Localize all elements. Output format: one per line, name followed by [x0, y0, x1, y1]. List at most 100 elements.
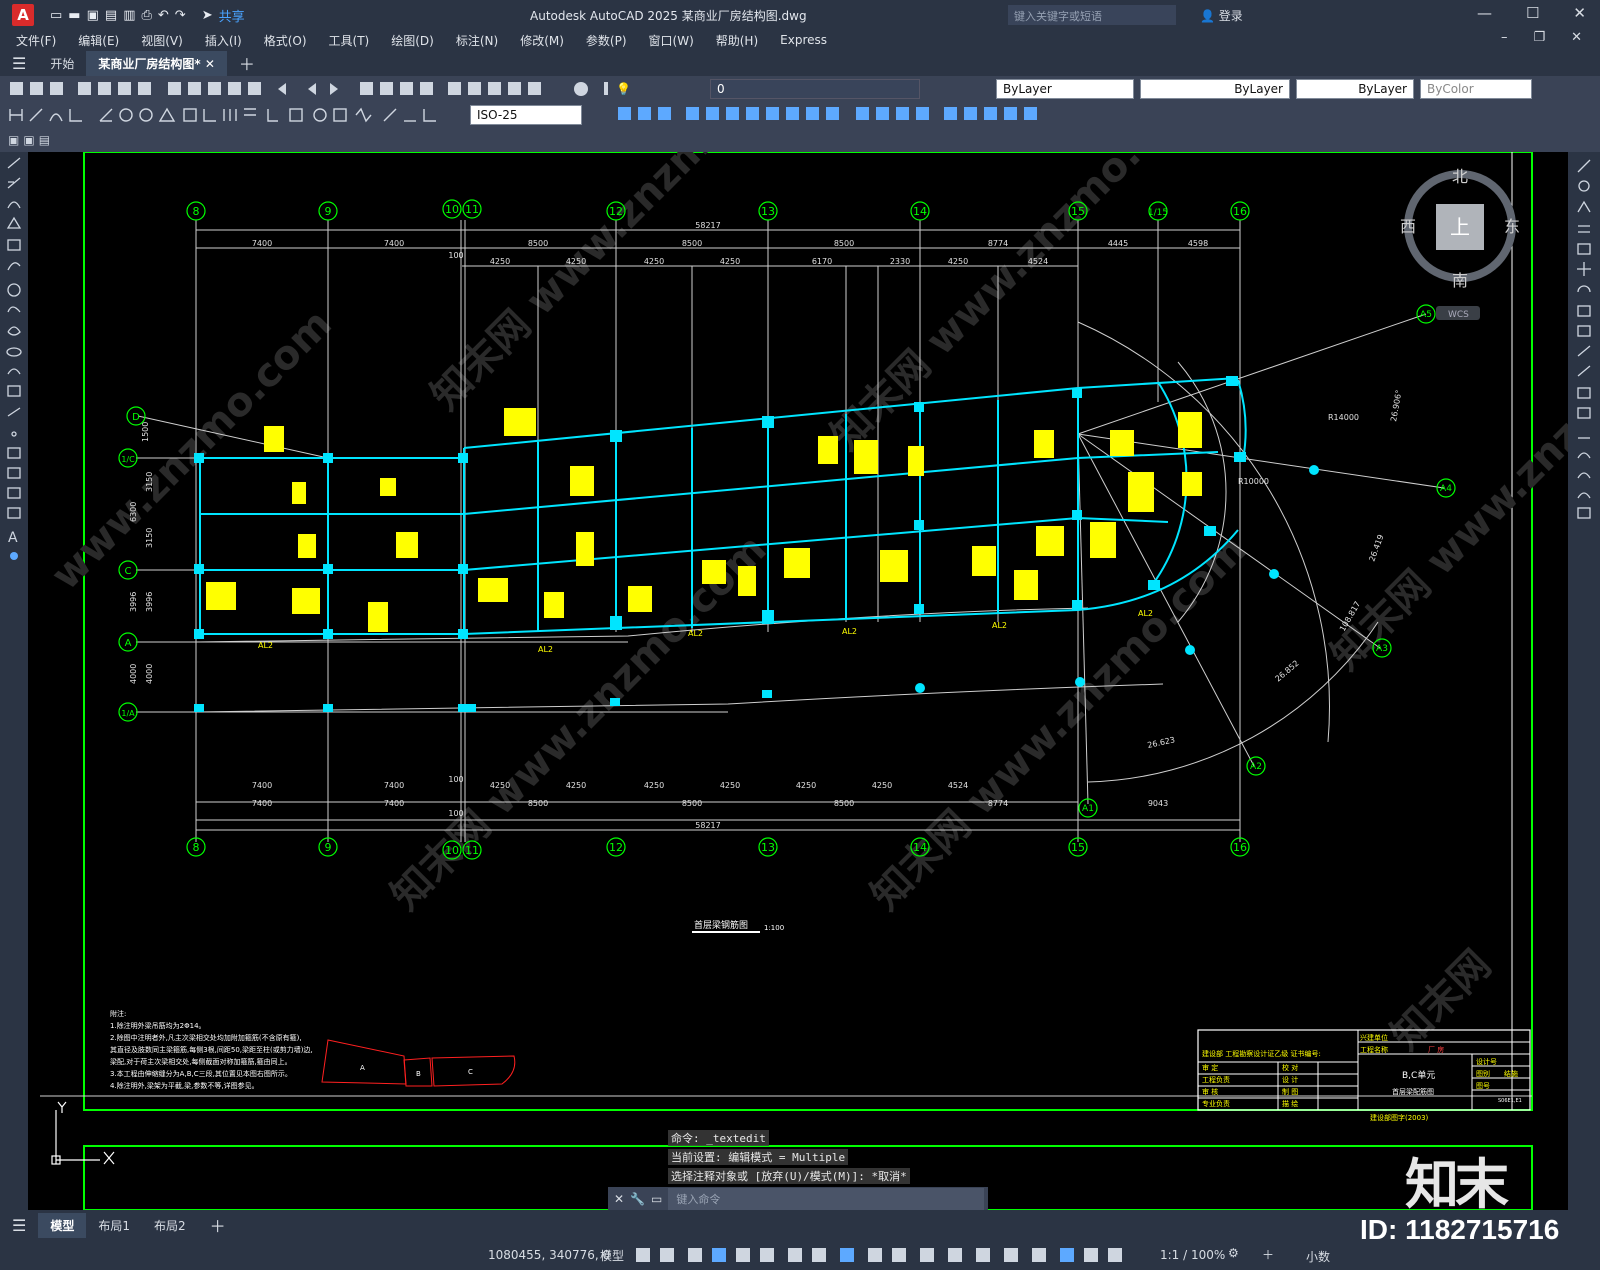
- doc-restore-icon[interactable]: ❐: [1533, 30, 1545, 45]
- svg-text:14: 14: [913, 205, 927, 218]
- color-dropdown[interactable]: ByLayer: [996, 79, 1134, 99]
- modify-tool-icons[interactable]: [1568, 152, 1600, 532]
- svg-text:6170: 6170: [812, 257, 832, 266]
- command-line-1: 命令: _textedit: [668, 1130, 769, 1146]
- plotstyle-dropdown[interactable]: ByColor: [1420, 79, 1532, 99]
- layout-menu-icon[interactable]: ☰: [0, 1212, 38, 1239]
- linetype-dropdown[interactable]: ByLayer: [1140, 79, 1290, 99]
- svg-text:8774: 8774: [988, 239, 1008, 248]
- viewcube-north: 北: [1452, 167, 1468, 186]
- menu-edit[interactable]: 编辑(E): [78, 32, 119, 49]
- minimize-icon[interactable]: —: [1477, 4, 1492, 22]
- standard-tool-icons[interactable]: [8, 79, 608, 99]
- menu-draw[interactable]: 绘图(D): [391, 32, 434, 49]
- web-save-icon[interactable]: ▥: [123, 8, 135, 23]
- search-input[interactable]: 键入关键字或短语: [1008, 5, 1176, 25]
- undo-icon[interactable]: ↶: [158, 8, 169, 23]
- plot-icon[interactable]: ⎙: [141, 8, 151, 23]
- lineweight-dropdown[interactable]: ByLayer: [1296, 79, 1414, 99]
- tab-start[interactable]: 开始: [38, 51, 86, 76]
- menu-file[interactable]: 文件(F): [16, 32, 56, 49]
- doc-close-icon[interactable]: ✕: [1571, 30, 1582, 45]
- svg-text:校 对: 校 对: [1282, 1063, 1298, 1072]
- svg-text:A2: A2: [1250, 762, 1262, 772]
- autocad-logo-icon[interactable]: A: [12, 4, 34, 26]
- drafting-toggles[interactable]: [636, 1246, 1156, 1264]
- svg-text:C: C: [125, 566, 132, 577]
- menu-window[interactable]: 窗口(W): [649, 32, 694, 49]
- svg-text:7400: 7400: [384, 781, 404, 790]
- units-setting[interactable]: 小数: [1306, 1248, 1330, 1265]
- tab-drawing[interactable]: 某商业厂房结构图* ✕: [86, 50, 227, 76]
- workspace-gear-icon[interactable]: ⚙: [1228, 1246, 1239, 1260]
- menu-format[interactable]: 格式(O): [264, 32, 307, 49]
- tab-close-icon[interactable]: ✕: [205, 57, 215, 71]
- view-tool-icons[interactable]: [588, 104, 1068, 124]
- doc-minimize-icon[interactable]: –: [1501, 30, 1508, 45]
- svg-text:A: A: [125, 638, 132, 649]
- svg-text:A3: A3: [1376, 644, 1388, 654]
- maximize-icon[interactable]: ☐: [1526, 4, 1539, 22]
- model-space-canvas[interactable]: www.znzmo.com 知末网 www.znzmo.com 知末网 www.…: [28, 152, 1568, 1210]
- grid-labels-bottom: 8 9 10 11 12 13 14 15 16: [193, 841, 1248, 857]
- redo-icon[interactable]: ↷: [175, 8, 186, 23]
- recent-cmd-icon[interactable]: ▭: [651, 1192, 662, 1206]
- layer-state-icon[interactable]: ▤: [39, 133, 50, 147]
- tab-layout2[interactable]: 布局2: [142, 1213, 198, 1238]
- menu-express[interactable]: Express: [780, 33, 827, 47]
- svg-text:4250: 4250: [872, 781, 892, 790]
- svg-text:1500: 1500: [141, 422, 150, 442]
- coordinate-readout[interactable]: 1080455, 340776, 0: [488, 1248, 610, 1262]
- tab-layout1[interactable]: 布局1: [86, 1213, 142, 1238]
- svg-text:B,C单元: B,C单元: [1402, 1069, 1435, 1081]
- layer-dropdown[interactable]: 0: [710, 79, 920, 99]
- menu-dimension[interactable]: 标注(N): [456, 32, 498, 49]
- share-button[interactable]: 共享: [219, 6, 245, 25]
- svg-text:建设部图字(2003): 建设部图字(2003): [1370, 1113, 1429, 1122]
- annotation-scale[interactable]: 1:1 / 100%: [1160, 1248, 1225, 1262]
- menu-insert[interactable]: 插入(I): [205, 32, 242, 49]
- new-icon[interactable]: ▭: [50, 8, 62, 23]
- model-toggle[interactable]: 模型: [600, 1247, 624, 1264]
- menu-parametric[interactable]: 参数(P): [586, 32, 627, 49]
- svg-text:梁配,对于荷主次梁相交处,每侧截面对称加箍筋,箍由同上。: 梁配,对于荷主次梁相交处,每侧截面对称加箍筋,箍由同上。: [110, 1057, 292, 1066]
- menu-tools[interactable]: 工具(T): [329, 32, 370, 49]
- notes-block: 附注: 1.除注明外梁吊筋均为2Φ14。 2.除图中注明者外,凡主次梁相交处均加…: [110, 1009, 313, 1090]
- menu-help[interactable]: 帮助(H): [716, 32, 758, 49]
- saveas-icon[interactable]: ▤: [105, 8, 117, 23]
- share-icon[interactable]: ➤: [202, 8, 213, 23]
- dimstyle-dropdown[interactable]: ISO-25: [470, 105, 582, 125]
- drawing-title: 首层梁钢筋图: [694, 919, 748, 931]
- svg-text:AL2: AL2: [842, 627, 857, 636]
- block-icon[interactable]: ▣: [8, 133, 19, 147]
- svg-text:6300: 6300: [129, 502, 138, 522]
- close-icon[interactable]: ✕: [1573, 4, 1586, 22]
- new-tab-button[interactable]: ＋: [227, 47, 267, 79]
- drawing-scale: 1:100: [764, 924, 784, 932]
- drawing-svg[interactable]: www.znzmo.com 知末网 www.znzmo.com 知末网 www.…: [28, 152, 1568, 1210]
- customize-cmd-icon[interactable]: 🔧: [630, 1192, 645, 1206]
- layer-bulb-icon[interactable]: 💡: [616, 82, 631, 96]
- menu-view[interactable]: 视图(V): [141, 32, 183, 49]
- open-icon[interactable]: ▬: [68, 8, 80, 23]
- app-menu-icon[interactable]: ☰: [0, 50, 38, 77]
- command-input[interactable]: 键入命令: [668, 1188, 985, 1210]
- menu-modify[interactable]: 修改(M): [520, 32, 564, 49]
- save-icon[interactable]: ▣: [87, 8, 99, 23]
- wcs-label: WCS: [1448, 310, 1469, 320]
- plus-icon[interactable]: ＋: [1262, 1246, 1274, 1263]
- login-button[interactable]: 👤 登录: [1200, 7, 1243, 24]
- watermark-id: ID: 1182715716: [1360, 1214, 1560, 1245]
- tab-model[interactable]: 模型: [38, 1212, 87, 1238]
- grid-labels-radial: A5 A4 A3 A2 A1: [1082, 310, 1452, 814]
- draw-tool-icons[interactable]: A: [0, 152, 28, 572]
- add-layout-button[interactable]: ＋: [198, 1209, 238, 1241]
- dimension-tool-icons[interactable]: [8, 105, 468, 125]
- svg-text:12: 12: [609, 841, 623, 854]
- plotstyle-value: ByColor: [1427, 82, 1474, 96]
- insert-icon[interactable]: ▣: [23, 133, 34, 147]
- svg-text:11: 11: [465, 844, 479, 857]
- close-cmd-icon[interactable]: ✕: [614, 1192, 624, 1206]
- svg-text:工程负责: 工程负责: [1202, 1075, 1230, 1084]
- viewcube[interactable]: 上 北 南 西 东 WCS: [1400, 167, 1520, 320]
